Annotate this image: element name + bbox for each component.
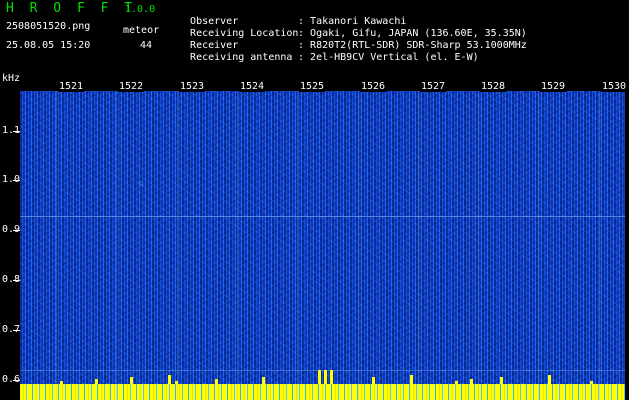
y-axis-unit: kHz bbox=[2, 73, 21, 84]
noise-spike bbox=[175, 381, 178, 384]
noise-spike bbox=[95, 379, 98, 384]
capture-datetime: 25.08.05 15:20 bbox=[6, 40, 91, 51]
x-tick-label: 1528 bbox=[480, 81, 507, 92]
noise-spike bbox=[548, 375, 551, 384]
y-tick-mark bbox=[13, 280, 20, 281]
noise-spike bbox=[500, 377, 503, 384]
spectrogram-plot[interactable] bbox=[20, 91, 625, 400]
noise-spike bbox=[470, 379, 473, 384]
noise-spike bbox=[262, 377, 265, 384]
x-grid-line bbox=[56, 91, 57, 400]
grid-line bbox=[20, 370, 625, 371]
meteor-count: 44 bbox=[140, 40, 153, 51]
meteor-label: meteor bbox=[123, 25, 160, 36]
x-tick-label: 1529 bbox=[540, 81, 567, 92]
app-version: 1.0.0 bbox=[125, 4, 156, 15]
noise-spike bbox=[130, 377, 133, 384]
y-tick-mark bbox=[13, 180, 20, 181]
noise-spike bbox=[215, 379, 218, 384]
x-tick-label: 1522 bbox=[118, 81, 145, 92]
x-grid-line bbox=[358, 91, 359, 400]
x-grid-line bbox=[177, 91, 178, 400]
noise-spike bbox=[324, 370, 327, 384]
noise-spike bbox=[372, 377, 375, 384]
meta-value: 2el-HB9CV Vertical (el. E-W) bbox=[310, 52, 479, 63]
x-grid-line bbox=[116, 91, 117, 400]
noise-spike bbox=[410, 375, 413, 384]
x-grid-line bbox=[237, 91, 238, 400]
noise-spike bbox=[318, 370, 321, 384]
noise-spike bbox=[330, 370, 333, 384]
meta-antenna: Receiving antenna:2el-HB9CV Vertical (el… bbox=[178, 40, 479, 64]
file-name: 2508051520.png bbox=[6, 21, 91, 32]
meta-label: Receiving antenna bbox=[190, 52, 293, 63]
signal-line bbox=[20, 216, 625, 217]
x-tick-label: 1521 bbox=[58, 81, 85, 92]
app-title: H R O F F T bbox=[6, 1, 137, 16]
x-tick-label: 1527 bbox=[420, 81, 447, 92]
x-grid-line bbox=[478, 91, 479, 400]
y-tick-mark bbox=[13, 230, 20, 231]
noise-spike bbox=[60, 381, 63, 384]
x-grid-line bbox=[599, 91, 600, 400]
y-tick-mark bbox=[13, 330, 20, 331]
x-grid-line bbox=[297, 91, 298, 400]
x-tick-label: 1526 bbox=[360, 81, 387, 92]
y-tick-mark bbox=[13, 380, 20, 381]
meta-colon: : bbox=[298, 52, 305, 63]
noise-level-band bbox=[20, 384, 625, 400]
y-tick-mark bbox=[13, 131, 20, 132]
x-tick-label: 1524 bbox=[239, 81, 266, 92]
noise-spike bbox=[168, 375, 171, 384]
x-tick-label: 1530 bbox=[601, 81, 628, 92]
x-tick-label: 1525 bbox=[299, 81, 326, 92]
noise-spike bbox=[455, 381, 458, 384]
x-grid-line bbox=[538, 91, 539, 400]
x-grid-line bbox=[418, 91, 419, 400]
noise-spike bbox=[590, 381, 593, 384]
x-tick-label: 1523 bbox=[179, 81, 206, 92]
